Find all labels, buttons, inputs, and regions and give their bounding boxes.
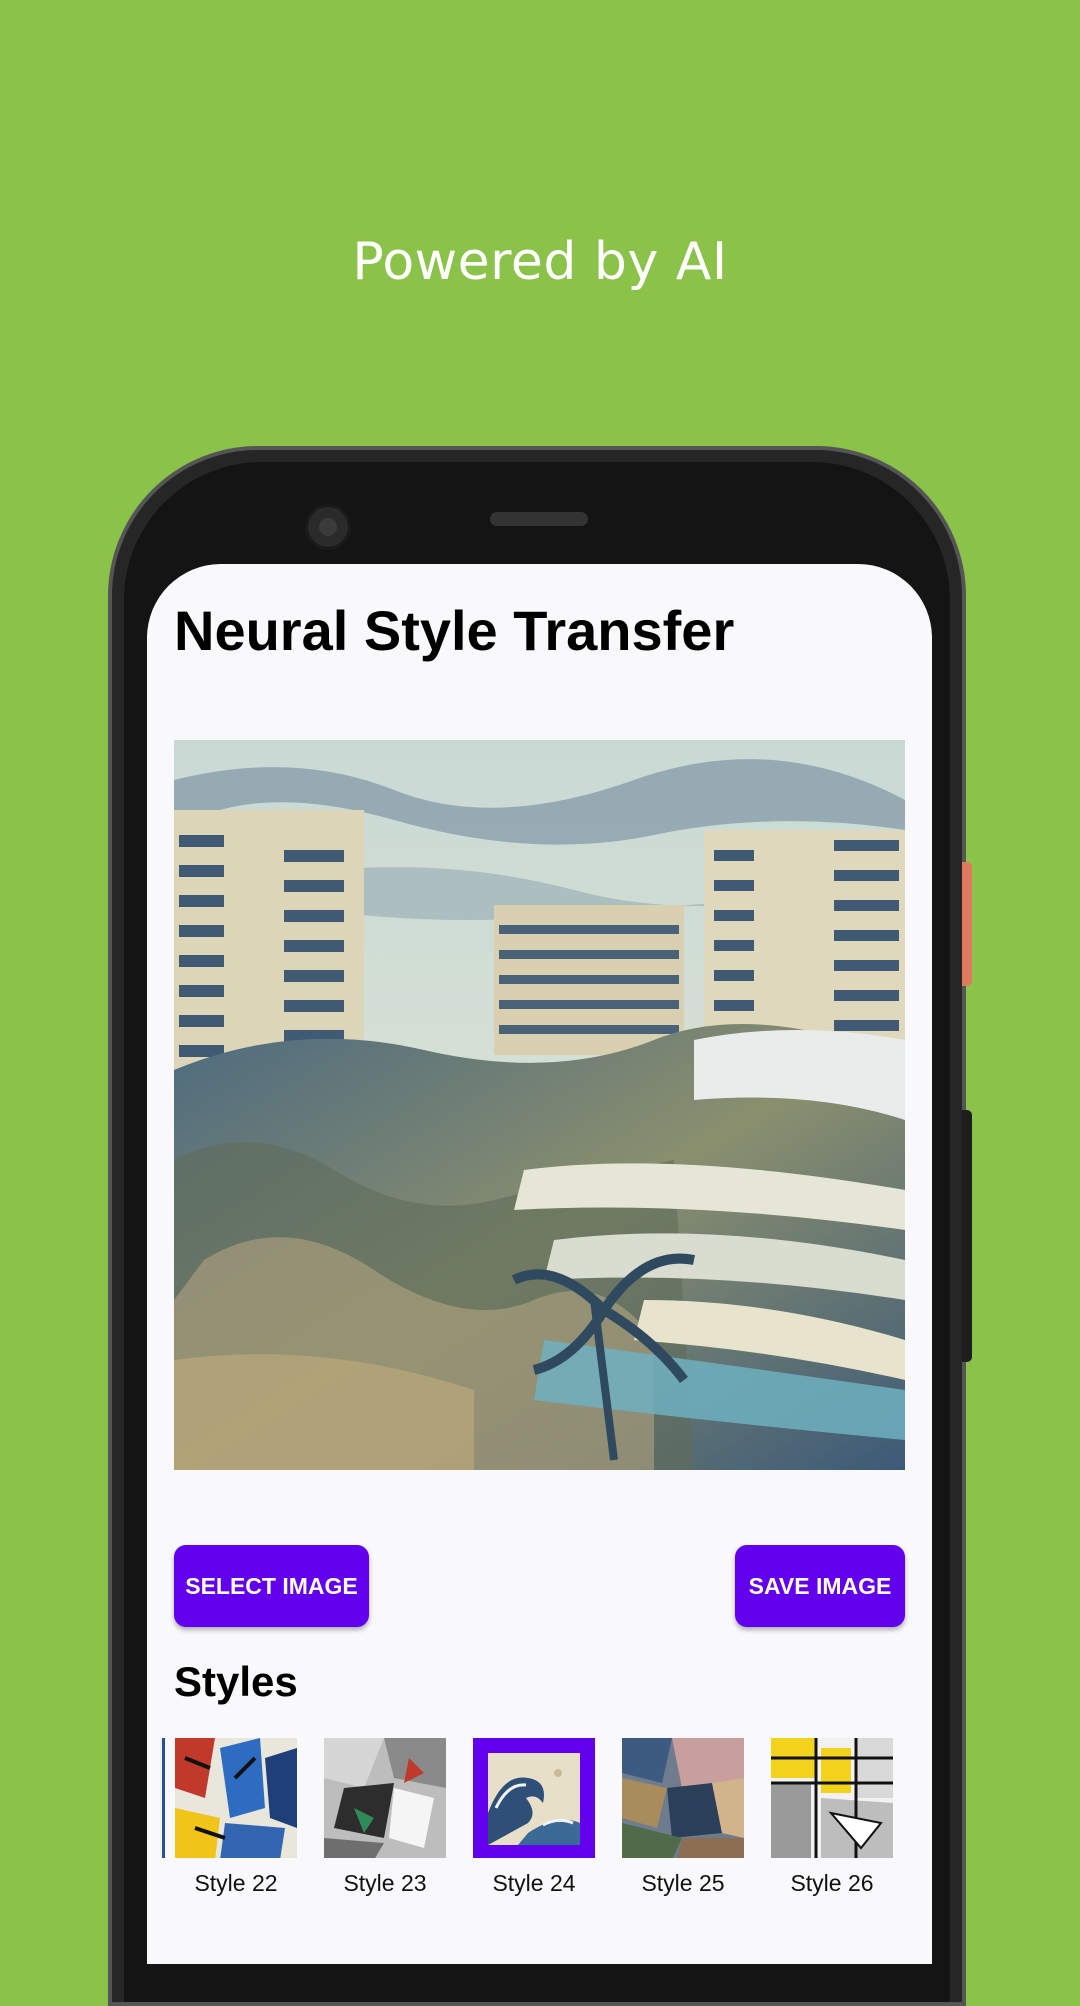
style-thumbnail[interactable]: [175, 1738, 297, 1858]
style-item[interactable]: [324, 1738, 446, 1858]
style-thumbnail[interactable]: [622, 1738, 744, 1858]
style-label: Style 25: [641, 1870, 725, 1896]
style-thumbnail[interactable]: [771, 1738, 893, 1858]
power-button: [962, 1110, 972, 1362]
styles-strip[interactable]: [160, 1738, 918, 1858]
style-item[interactable]: [771, 1738, 893, 1858]
style-label: Style 22: [194, 1870, 278, 1896]
style-item[interactable]: [175, 1738, 297, 1858]
style-thumbnail[interactable]: [324, 1738, 446, 1858]
volume-button: [962, 862, 972, 986]
tagline: Powered by AI: [352, 232, 728, 292]
styles-heading: Styles: [174, 1658, 298, 1705]
style-thumbnail-partial[interactable]: [160, 1738, 165, 1858]
select-image-button[interactable]: SELECT IMAGE: [174, 1545, 369, 1627]
style-label: Style 23: [343, 1870, 427, 1896]
style-label: Style 26: [790, 1870, 874, 1896]
style-item[interactable]: [473, 1738, 595, 1858]
camera-icon: [305, 504, 351, 550]
phone-screen: Neural Style Transfer SELECT IMAGE SAVE …: [147, 564, 932, 1964]
style-item[interactable]: [622, 1738, 744, 1858]
style-label: Style 24: [492, 1870, 576, 1896]
save-image-button[interactable]: SAVE IMAGE: [735, 1545, 905, 1627]
stylized-result-image: [174, 740, 905, 1470]
style-thumbnail-selected[interactable]: [473, 1738, 595, 1858]
app-title: Neural Style Transfer: [174, 599, 735, 662]
speaker-grille: [490, 512, 588, 526]
